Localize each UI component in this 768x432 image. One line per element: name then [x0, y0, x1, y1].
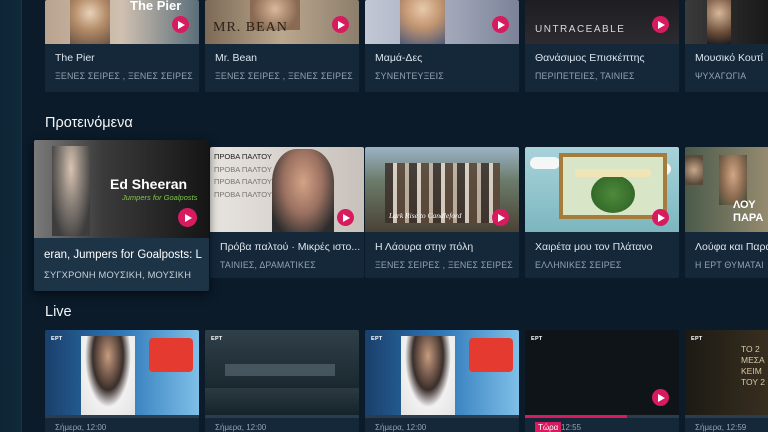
card-title: Μουσικό Κουτί	[695, 52, 763, 64]
card-title: The Pier	[55, 52, 95, 64]
thumb-text: ΤΟ 2 ΜΕΣΑ ΚΕΙΜ ΤΟΥ 2	[741, 344, 765, 387]
live-now-badge: Τώρα	[535, 422, 562, 432]
card-title: Λούφα και Παραλλαγή	[695, 241, 768, 253]
channel-logo: ΕΡΤ	[51, 336, 63, 342]
card-thumbnail	[685, 0, 768, 44]
play-icon[interactable]	[492, 16, 509, 33]
content-card[interactable]: MR. BEAN Mr. Bean ΞΕΝΕΣ ΣΕΙΡΕΣ , ΞΕΝΕΣ Σ…	[205, 0, 359, 92]
live-card[interactable]: ΕΡΤ Τώρα 12:55	[525, 330, 679, 432]
channel-logo: ΕΡΤ	[531, 336, 543, 342]
play-icon[interactable]	[492, 209, 509, 226]
thumb-title: Ed Sheeran	[110, 176, 188, 192]
card-thumbnail: ΛΟΥ ΠΑΡΑ	[685, 147, 768, 232]
card-title: Χαιρέτα μου τον Πλάτανο	[535, 241, 653, 253]
card-genre: ΠΕΡΙΠΕΤΕΙΕΣ, ΤΑΙΝΙΕΣ	[535, 71, 635, 81]
live-card[interactable]: ΕΡΤ Σήμερα, 12:00	[365, 330, 519, 432]
live-card[interactable]: ΕΡΤ Σήμερα, 12:00	[205, 330, 359, 432]
play-icon[interactable]	[178, 208, 197, 227]
card-thumbnail: ΕΡΤ	[45, 330, 199, 415]
play-icon[interactable]	[652, 389, 669, 406]
card-genre: ΞΕΝΕΣ ΣΕΙΡΕΣ , ΞΕΝΕΣ ΣΕΙΡΕΣ Π...	[215, 71, 355, 81]
thumb-text: MR. BEAN	[213, 20, 288, 35]
broadcast-time: Σήμερα, 12:59	[695, 423, 747, 432]
channel-logo: ΕΡΤ	[211, 336, 223, 342]
card-title: Μαμά-Δες	[375, 52, 423, 64]
broadcast-time: 12:55	[561, 423, 582, 432]
progress-bar	[685, 415, 768, 418]
content-card[interactable]: The Pier The Pier ΞΕΝΕΣ ΣΕΙΡΕΣ , ΞΕΝΕΣ Σ…	[45, 0, 199, 92]
content-card[interactable]: Μουσικό Κουτί ΨΥΧΑΓΩΓΙΑ	[685, 0, 768, 92]
live-card[interactable]: ΕΡΤ ΤΟ 2 ΜΕΣΑ ΚΕΙΜ ΤΟΥ 2 Σήμερα, 12:59	[685, 330, 768, 432]
card-thumbnail: ΕΡΤ	[365, 330, 519, 415]
card-genre: ΞΕΝΕΣ ΣΕΙΡΕΣ , ΞΕΝΕΣ ΣΕΙΡΕΣ Π...	[375, 260, 515, 270]
broadcast-time: Σήμερα, 12:00	[215, 423, 267, 432]
card-genre: ΤΑΙΝΙΕΣ, ΔΡΑΜΑΤΙΚΕΣ	[220, 260, 316, 270]
card-genre: ΨΥΧΑΓΩΓΙΑ	[695, 71, 747, 81]
thumb-line: ΠΡΟΒΑ ΠΑΛΤΟΥ	[214, 177, 272, 186]
content-card[interactable]: Lark Rise to Candleford Η Λάουρα στην πό…	[365, 147, 519, 278]
content-card[interactable]: Χαιρέτα μου τον Πλάτανο ΕΛΛΗΝΙΚΕΣ ΣΕΙΡΕΣ	[525, 147, 679, 278]
play-icon[interactable]	[652, 16, 669, 33]
broadcast-time: Σήμερα, 12:00	[375, 423, 427, 432]
thumb-text: Lark Rise to Candleford	[389, 211, 462, 220]
broadcast-time: Σήμερα, 12:00	[55, 423, 107, 432]
card-thumbnail: ΕΡΤ	[525, 330, 679, 415]
play-icon[interactable]	[337, 209, 354, 226]
content-card[interactable]: ΠΡΟΒΑ ΠΑΛΤΟΥ ΠΡΟΒΑ ΠΑΛΤΟΥ ΠΡΟΒΑ ΠΑΛΤΟΥ Π…	[210, 147, 364, 278]
progress-fill	[525, 415, 627, 418]
card-title: Πρόβα παλτού · Μικρές ιστο...	[220, 241, 360, 253]
play-icon[interactable]	[172, 16, 189, 33]
thumb-line: ΠΡΟΒΑ ΠΑΛΤΟΥ	[214, 189, 272, 199]
card-genre: ΞΕΝΕΣ ΣΕΙΡΕΣ , ΞΕΝΕΣ ΣΕΙΡΕΣ Π...	[55, 71, 195, 81]
card-genre: ΣΥΓΧΡΟΝΗ ΜΟΥΣΙΚΗ, ΜΟΥΣΙΚΗ	[44, 270, 192, 280]
thumb-line: ΠΡΟΒΑ ΠΑΛΤΟΥ	[214, 152, 272, 161]
thumb-text: ΛΟΥ ΠΑΡΑ	[733, 199, 764, 224]
card-thumbnail: ΕΡΤ ΤΟ 2 ΜΕΣΑ ΚΕΙΜ ΤΟΥ 2	[685, 330, 768, 415]
play-icon[interactable]	[652, 209, 669, 226]
thumb-subtitle: Jumpers for Goalposts	[122, 193, 198, 202]
card-thumbnail: ΕΡΤ	[205, 330, 359, 415]
card-title: Θανάσιμος Επισκέπτης	[535, 52, 645, 64]
thumb-line: ΠΡΟΒΑ ΠΑΛΤΟΥ	[214, 164, 272, 174]
thumb-text: The Pier	[130, 0, 182, 13]
card-genre: ΣΥΝΕΝΤΕΥΞΕΙΣ	[375, 71, 444, 81]
content-card[interactable]: ΛΟΥ ΠΑΡΑ Λούφα και Παραλλαγή Η ΕΡΤ ΘΥΜΑΤ…	[685, 147, 768, 278]
card-title: eran, Jumpers for Goalposts: L	[44, 249, 202, 261]
content-card[interactable]: Μαμά-Δες ΣΥΝΕΝΤΕΥΞΕΙΣ	[365, 0, 519, 92]
section-title-recommended: Προτεινόμενα	[45, 115, 133, 131]
thumb-text: UNTRACEABLE	[535, 24, 626, 35]
progress-bar	[525, 415, 679, 418]
section-title-live: Live	[45, 304, 72, 320]
card-genre: ΕΛΛΗΝΙΚΕΣ ΣΕΙΡΕΣ	[535, 260, 622, 270]
progress-bar	[365, 415, 519, 418]
progress-bar	[205, 415, 359, 418]
channel-logo: ΕΡΤ	[691, 336, 703, 342]
card-genre: Η ΕΡΤ ΘΥΜΑΤΑΙ	[695, 260, 764, 270]
card-title: Mr. Bean	[215, 52, 258, 64]
live-card[interactable]: ΕΡΤ Σήμερα, 12:00	[45, 330, 199, 432]
play-icon[interactable]	[332, 16, 349, 33]
channel-logo: ΕΡΤ	[371, 336, 383, 342]
progress-bar	[45, 415, 199, 418]
content-card[interactable]: UNTRACEABLE Θανάσιμος Επισκέπτης ΠΕΡΙΠΕΤ…	[525, 0, 679, 92]
content-card-focused[interactable]: Ed Sheeran Jumpers for Goalposts eran, J…	[34, 140, 209, 291]
left-navigation-rail	[0, 0, 22, 432]
card-title: Η Λάουρα στην πόλη	[375, 241, 474, 253]
